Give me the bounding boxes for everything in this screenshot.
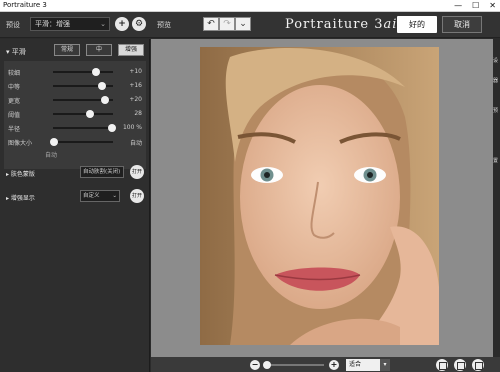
slider-track[interactable]: [53, 124, 116, 132]
slider-track[interactable]: [50, 138, 113, 146]
undo-icon[interactable]: ↶: [203, 17, 219, 31]
portrait-photo: [200, 47, 439, 345]
slider-label: 图像大小: [8, 140, 33, 147]
zoom-select[interactable]: 适合 ▾: [346, 359, 390, 371]
cancel-button[interactable]: 取消: [442, 16, 482, 33]
enhancements-select-value: 自定义: [83, 193, 100, 199]
slider-knob[interactable]: [86, 110, 95, 118]
slider-track[interactable]: [53, 68, 113, 76]
redo-icon[interactable]: ↷: [219, 17, 235, 31]
zoom-out-button[interactable]: −: [250, 360, 260, 370]
enhancements-select[interactable]: 自定义 ⌄: [80, 190, 120, 202]
slider-row-fine: 较细 +10: [8, 67, 144, 77]
right-panel-text: 器: [493, 78, 499, 84]
brand-ai: ai: [383, 17, 398, 32]
slider-value: +16: [129, 82, 142, 89]
slider-value: +10: [129, 68, 142, 75]
tab-normal[interactable]: 常规: [54, 44, 80, 56]
zoom-bar: − + 适合 ▾: [151, 357, 500, 372]
zoom-slider-track[interactable]: [264, 364, 324, 366]
skin-mask-label[interactable]: ▸ 肤色蒙版: [6, 169, 35, 178]
right-side-panel: 设 器 预 置: [493, 39, 500, 357]
slider-label: 更宽: [8, 98, 21, 105]
slider-knob[interactable]: [50, 138, 59, 146]
slider-row-image-size: 图像大小 自动: [8, 137, 144, 147]
tab-enhanced[interactable]: 增强: [118, 44, 144, 56]
window-titlebar: Portraiture 3 — ☐ ✕: [0, 0, 500, 12]
slider-knob[interactable]: [107, 124, 116, 132]
auto-label: 自动: [45, 152, 58, 159]
slider-row-medium: 中等 +16: [8, 81, 144, 91]
slider-row-threshold: 阈值 28: [8, 109, 144, 119]
slider-value: +20: [129, 96, 142, 103]
enhancements-row: ▸ 增强显示 自定义 ⌄ 打开: [6, 189, 146, 203]
zoom-slider-knob[interactable]: [263, 361, 271, 369]
history-dropdown-icon[interactable]: ⌄: [235, 17, 251, 31]
add-preset-button[interactable]: +: [115, 17, 129, 31]
maximize-icon[interactable]: ☐: [472, 0, 479, 11]
preview-canvas[interactable]: [151, 39, 496, 357]
slider-knob[interactable]: [100, 96, 109, 104]
ok-button[interactable]: 好的: [397, 16, 437, 33]
slider-label: 中等: [8, 84, 21, 91]
zoom-in-button[interactable]: +: [329, 360, 339, 370]
preset-select[interactable]: 平滑：增强 ⌄: [30, 17, 110, 31]
chevron-down-icon: ⌄: [100, 20, 106, 28]
skin-mask-open-button[interactable]: 打开: [130, 165, 144, 179]
split-view-icon[interactable]: [454, 359, 466, 371]
slider-track[interactable]: [53, 96, 113, 104]
top-toolbar: 预设 平滑：增强 ⌄ + ⚙ 预览 ↶ ↷ ⌄ Portraiture 3ai …: [0, 12, 500, 38]
skin-mask-select[interactable]: 自动肤割(关闭): [80, 166, 124, 178]
enhancements-label[interactable]: ▸ 增强显示: [6, 193, 35, 202]
slider-label: 半径: [8, 126, 21, 133]
right-panel-text: 设: [493, 58, 499, 64]
close-icon[interactable]: ✕: [489, 0, 496, 11]
slider-value: 28: [134, 110, 142, 117]
smoothing-section-header[interactable]: ▾ 平滑: [6, 47, 26, 57]
single-view-icon[interactable]: [436, 359, 448, 371]
slider-label: 较细: [8, 70, 21, 77]
gear-icon[interactable]: ⚙: [132, 17, 146, 31]
skin-mask-row: ▸ 肤色蒙版 自动肤割(关闭) 打开: [6, 165, 146, 179]
right-panel-text: 预: [493, 108, 499, 114]
app-logo: Portraiture 3ai: [285, 17, 397, 32]
side-by-side-view-icon[interactable]: [472, 359, 484, 371]
brand-main: Portraiture 3: [285, 17, 384, 32]
slider-value: 100 %: [122, 124, 142, 131]
slider-knob[interactable]: [92, 68, 101, 76]
smoothing-sliders: 较细 +10 中等 +16 更宽 +20 阈值 28 半径 100 % 图像大小…: [4, 61, 146, 169]
slider-label: 阈值: [8, 112, 21, 119]
window-title: Portraiture 3: [3, 1, 47, 9]
window-controls: — ☐ ✕: [454, 0, 496, 11]
slider-row-radius: 半径 100 %: [8, 123, 144, 133]
slider-row-wide: 更宽 +20: [8, 95, 144, 105]
slider-track[interactable]: [53, 110, 113, 118]
smoothing-mode-tabs: 常规 中 增强: [54, 44, 144, 56]
slider-knob[interactable]: [98, 82, 107, 90]
preview-label: 预览: [157, 21, 171, 29]
portrait-illustration: [200, 47, 439, 345]
settings-panel: ▾ 平滑 常规 中 增强 较细 +10 中等 +16 更宽 +20 阈值 28 …: [0, 39, 150, 372]
history-controls: ↶ ↷ ⌄: [203, 17, 251, 31]
chevron-down-icon: ⌄: [112, 193, 117, 199]
right-panel-text: 置: [493, 158, 499, 164]
slider-track[interactable]: [53, 82, 113, 90]
zoom-select-value: 适合: [349, 361, 362, 368]
minimize-icon[interactable]: —: [454, 0, 462, 11]
slider-value: 自动: [129, 140, 142, 147]
preset-select-value: 平滑：增强: [35, 20, 70, 28]
tab-medium[interactable]: 中: [86, 44, 112, 56]
chevron-down-icon: ▾: [380, 359, 390, 371]
preset-label: 预设: [6, 21, 20, 29]
enhancements-open-button[interactable]: 打开: [130, 189, 144, 203]
